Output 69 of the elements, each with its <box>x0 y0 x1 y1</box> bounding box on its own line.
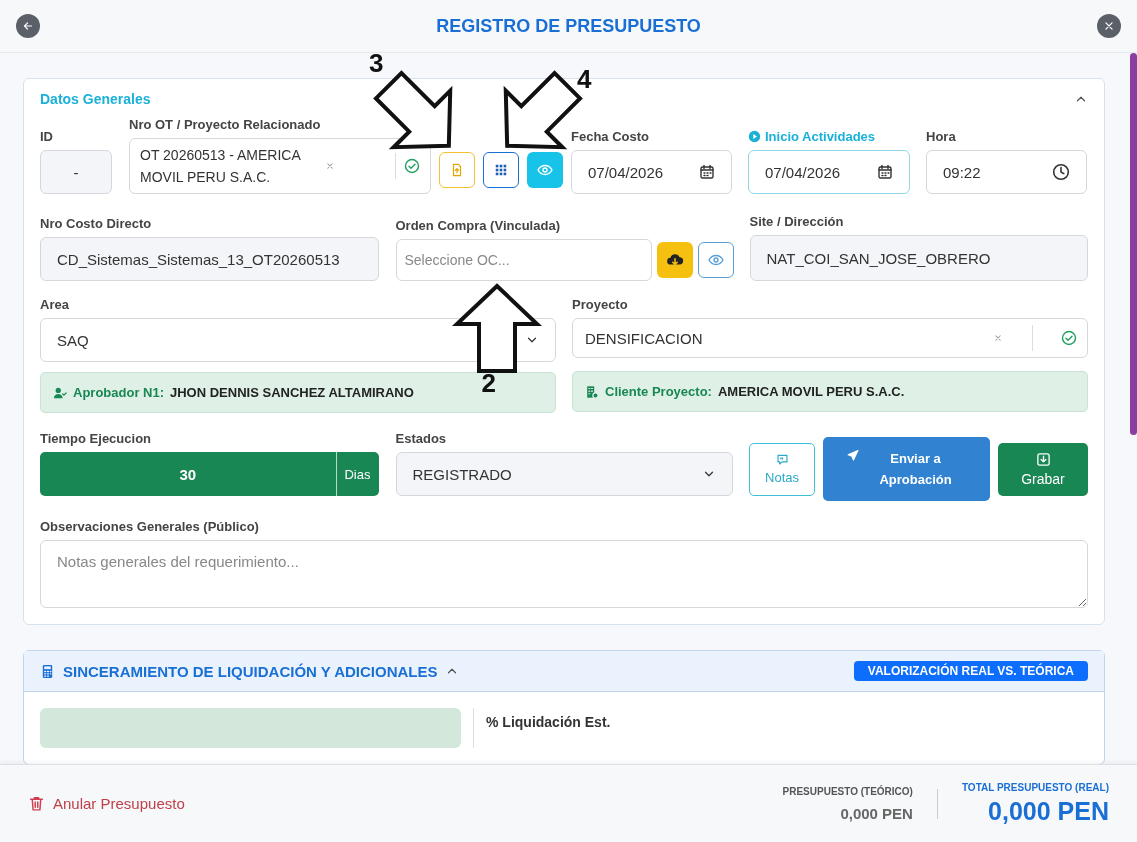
cancel-budget-button[interactable]: Anular Presupuesto <box>28 795 185 812</box>
send-approval-button[interactable]: Enviar a Aprobación <box>823 437 990 501</box>
date-field[interactable]: 07/04/2026 <box>571 150 732 194</box>
section-title: Datos Generales <box>40 91 151 107</box>
duration-field[interactable]: 30 Dias <box>40 452 379 496</box>
date-field[interactable]: 07/04/2026 <box>748 150 910 194</box>
trash-icon <box>28 795 45 812</box>
status-badge: VALORIZACIÓN REAL VS. TEÓRICA <box>853 661 1088 681</box>
grid-button[interactable] <box>483 152 519 188</box>
user-check-icon <box>53 385 67 400</box>
status-select[interactable]: REGISTRADO <box>395 452 733 496</box>
eye-icon <box>707 252 724 268</box>
close-icon <box>1102 19 1116 33</box>
field-label: Observaciones Generales (Público) <box>40 519 260 534</box>
scrollbar[interactable] <box>1130 53 1137 435</box>
download-button[interactable] <box>656 242 693 278</box>
id-field: - <box>40 150 112 194</box>
cost-code-field: CD_Sistemas_Sistemas_13_OT20260513 <box>40 237 379 281</box>
annotation-number: 3 <box>369 53 384 76</box>
field-label: Inicio Actividades <box>748 129 910 144</box>
check-circle-icon <box>1061 330 1077 346</box>
field-label: Proyecto <box>572 297 629 312</box>
field-label: % Liquidación Est. <box>486 714 611 732</box>
annotation-number: 4 <box>577 66 592 92</box>
field-label: Site / Dirección <box>749 214 845 229</box>
calendar-icon <box>877 164 893 180</box>
unit-label: Dias <box>335 452 379 496</box>
clear-icon <box>324 160 336 172</box>
clear-icon <box>992 332 1004 344</box>
calculator-icon <box>40 663 55 679</box>
arrow-left-icon <box>21 19 35 33</box>
send-icon <box>846 448 859 463</box>
work-order-select[interactable]: OT 20260513 - AMERICA MOVIL PERU S.A.C. <box>129 138 431 194</box>
chat-icon <box>775 453 789 466</box>
calendar-icon <box>699 164 715 180</box>
file-upload-icon <box>450 163 464 177</box>
building-icon <box>585 384 599 399</box>
field-label: Hora <box>926 129 957 144</box>
check-circle-icon <box>404 158 420 174</box>
total-value: 0,000 PEN <box>987 796 1109 826</box>
field-label: Tiempo Ejecucion <box>40 431 152 446</box>
eye-icon <box>537 162 553 178</box>
close-button[interactable] <box>1097 14 1121 38</box>
time-field[interactable]: 09:22 <box>926 150 1087 194</box>
site-field: NAT_COI_SAN_JOSE_OBRERO <box>749 235 1088 281</box>
grid-icon <box>494 163 508 177</box>
total-label: TOTAL PRESUPUESTO (REAL) <box>961 781 1109 793</box>
client-info: Cliente Proyecto: AMERICA MOVIL PERU S.A.C. <box>572 371 1088 412</box>
window-title: REGISTRO DE PRESUPUESTO <box>436 15 701 37</box>
field-label: Nro OT / Proyecto Relacionado <box>129 117 322 132</box>
download-icon <box>1035 451 1051 467</box>
field-label: Fecha Costo <box>571 129 650 144</box>
field-label: Nro Costo Directo <box>40 216 153 231</box>
area-select[interactable]: SAQ <box>40 318 556 362</box>
back-button[interactable] <box>16 14 40 38</box>
clock-icon <box>1052 163 1070 181</box>
purchase-order-field[interactable]: Seleccione OC... <box>395 239 652 281</box>
section-title: SINCERAMIENTO DE LIQUIDACIÓN Y ADICIONALES <box>63 662 438 680</box>
theoretical-label: PRESUPUESTO (TEÓRICO) <box>782 785 913 797</box>
project-select[interactable]: DENSIFICACION <box>572 318 1088 358</box>
field-label: ID <box>40 129 54 144</box>
notes-field[interactable]: Notas generales del requerimiento... <box>40 540 1088 608</box>
field-label: Area <box>40 297 70 312</box>
annotation-number: 2 <box>481 370 496 396</box>
field-label: Orden Compra (Vinculada) <box>395 218 561 233</box>
play-circle-icon <box>748 130 761 143</box>
theoretical-value: 0,000 PEN <box>839 804 913 822</box>
field-label: Estados <box>395 431 448 446</box>
save-button[interactable]: Grabar <box>998 442 1088 496</box>
